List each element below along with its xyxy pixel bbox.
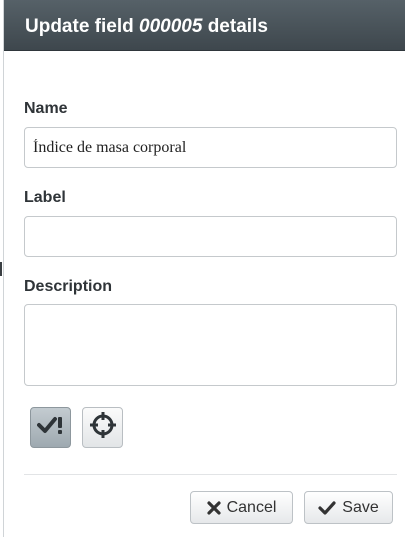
cancel-button-label: Cancel — [226, 498, 277, 516]
footer-divider — [24, 474, 397, 475]
save-button-label: Save — [342, 498, 379, 516]
check-icon — [318, 500, 336, 515]
dialog-title: Update field 000005 details — [25, 16, 268, 38]
background-edge-mark — [0, 262, 2, 276]
target-button[interactable] — [82, 407, 123, 448]
cancel-button[interactable]: Cancel — [190, 491, 293, 524]
title-prefix: Update field — [25, 16, 134, 37]
name-input[interactable] — [24, 127, 397, 168]
label-input[interactable] — [24, 216, 397, 257]
name-label: Name — [24, 100, 68, 117]
description-textarea[interactable] — [24, 304, 397, 386]
close-icon — [206, 500, 221, 515]
title-suffix: details — [207, 16, 268, 37]
dialog-header: Update field 000005 details — [4, 0, 405, 51]
title-field-id: 000005 — [139, 16, 203, 37]
validate-toggle-button[interactable] — [30, 407, 71, 448]
description-label: Description — [24, 278, 113, 295]
update-field-dialog: Update field 000005 details Name Label D… — [3, 0, 405, 537]
save-button[interactable]: Save — [304, 491, 393, 524]
label-label: Label — [24, 189, 66, 206]
check-exclamation-icon — [36, 415, 65, 440]
crosshair-icon — [89, 411, 117, 444]
